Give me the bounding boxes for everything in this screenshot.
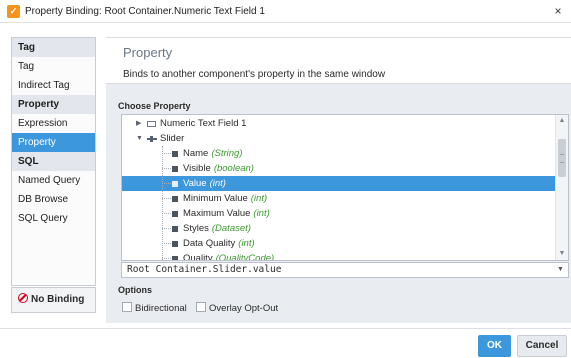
bidirectional-checkbox[interactable]: Bidirectional — [122, 302, 187, 314]
ban-icon — [18, 293, 28, 303]
tree-node-type: (Dataset) — [211, 223, 251, 234]
tree-node-type: (int) — [253, 208, 270, 219]
no-binding-label: No Binding — [31, 294, 85, 305]
property-icon — [172, 196, 178, 202]
tree-node-text: Numeric Text Field 1 — [160, 116, 246, 131]
tree-node-label: Quality — [183, 253, 213, 261]
choose-property-label: Choose Property — [118, 101, 191, 111]
tree-node-type: (int) — [250, 193, 268, 204]
tree-node-text: Quality (QualityCode) — [183, 251, 275, 261]
tree-node-label: Maximum Value — [183, 208, 251, 219]
caret-right-icon[interactable]: ▶ — [136, 116, 141, 131]
sidebar-item-indirect-tag[interactable]: Indirect Tag — [12, 76, 95, 95]
tree-branch-line — [162, 198, 171, 199]
tree-node-text: Styles (Dataset) — [183, 221, 251, 236]
tree-node-label: Value — [183, 178, 207, 189]
tree-guide-line — [162, 146, 163, 260]
property-icon — [172, 226, 178, 232]
ignition-logo-icon: ✓ — [7, 5, 20, 18]
sidebar-item-tag[interactable]: Tag — [12, 57, 95, 76]
tree-node-label: Slider — [160, 133, 185, 144]
property-icon — [172, 151, 178, 157]
sidebar-item-property[interactable]: Property — [12, 133, 95, 152]
tree-branch-line — [162, 183, 171, 184]
tree-node-value[interactable]: Value (int) — [122, 176, 555, 191]
tree-node-minimum-value[interactable]: Minimum Value (int) — [122, 191, 555, 206]
tree-branch-line — [162, 153, 171, 154]
caret-down-icon[interactable]: ▼ — [136, 131, 143, 146]
chevron-down-icon[interactable]: ▼ — [553, 263, 568, 277]
tree-node-numeric-text-field-1[interactable]: ▶ Numeric Text Field 1 — [122, 116, 555, 131]
tree-node-type: (String) — [211, 148, 243, 159]
tree-node-data-quality[interactable]: Data Quality (int) — [122, 236, 555, 251]
bidirectional-label: Bidirectional — [135, 303, 187, 314]
tree-branch-line — [162, 258, 171, 259]
no-binding-button[interactable]: No Binding — [11, 287, 96, 313]
cancel-button[interactable]: Cancel — [517, 335, 567, 357]
checkbox-box[interactable] — [196, 302, 206, 312]
tree-node-styles[interactable]: Styles (Dataset) — [122, 221, 555, 236]
tree-branch-line — [162, 243, 171, 244]
tree-node-text: Value (int) — [183, 176, 226, 191]
tree-branch-line — [162, 168, 171, 169]
tree-node-slider[interactable]: ▼ Slider — [122, 131, 555, 146]
page-description: Binds to another component's property in… — [123, 69, 386, 80]
tree-node-label: Data Quality — [183, 238, 236, 249]
tree-node-label: Visible — [183, 163, 211, 174]
text-field-icon — [147, 121, 156, 127]
tree-node-label: Minimum Value — [183, 193, 248, 204]
window-title: Property Binding: Root Container.Numeric… — [25, 6, 265, 17]
property-icon — [172, 181, 178, 187]
scroll-down-icon[interactable]: ▼ — [556, 248, 568, 260]
tree-node-name[interactable]: Name (String) — [122, 146, 555, 161]
tree-node-type: (int) — [238, 238, 255, 249]
tree-branch-line — [162, 228, 171, 229]
property-path-value: Root Container.Slider.value — [127, 264, 282, 275]
tree-node-type: (QualityCode) — [215, 253, 275, 261]
tree-branch-line — [162, 213, 171, 214]
tree-node-type: (boolean) — [213, 163, 254, 174]
binding-type-sidebar: Tag Tag Indirect Tag Property Expression Prop… — [11, 37, 96, 286]
tree-node-text: Data Quality (int) — [183, 236, 255, 251]
sidebar-header-sql: SQL — [12, 152, 95, 171]
tree-node-maximum-value[interactable]: Maximum Value (int) — [122, 206, 555, 221]
sidebar-item-db-browse[interactable]: DB Browse — [12, 190, 95, 209]
overlay-opt-out-checkbox[interactable]: Overlay Opt-Out — [196, 302, 279, 314]
tree-node-label: Numeric Text Field 1 — [160, 118, 247, 129]
title-bar: ✓ Property Binding: Root Container.Numer… — [0, 0, 571, 23]
tree-node-label: Styles — [183, 223, 209, 234]
slider-icon — [147, 136, 157, 142]
property-icon — [172, 211, 178, 217]
tree-scrollbar[interactable]: ▲ ▼ — [555, 115, 568, 260]
sidebar-header-property: Property — [12, 95, 95, 114]
dialog-footer: OK Cancel — [0, 328, 571, 358]
property-icon — [172, 241, 178, 247]
main-header: Property Binds to another component's pr… — [106, 37, 571, 84]
tree-node-text: Name (String) — [183, 146, 243, 161]
property-tree[interactable]: ▶ Numeric Text Field 1 ▼ Slider Name (String)… — [121, 114, 569, 261]
tree-node-visible[interactable]: Visible (boolean) — [122, 161, 555, 176]
scroll-thumb[interactable] — [558, 139, 566, 177]
property-path-field[interactable]: Root Container.Slider.value ▼ — [121, 262, 569, 278]
sidebar-item-named-query[interactable]: Named Query — [12, 171, 95, 190]
sidebar-header-tag: Tag — [12, 38, 95, 57]
scroll-up-icon[interactable]: ▲ — [556, 115, 568, 127]
sidebar-item-expression[interactable]: Expression — [12, 114, 95, 133]
tree-node-label: Name — [183, 148, 209, 159]
overlay-opt-out-label: Overlay Opt-Out — [209, 303, 279, 314]
tree-node-text: Visible (boolean) — [183, 161, 254, 176]
options-label: Options — [118, 285, 152, 295]
property-icon — [172, 256, 178, 260]
tree-node-text: Minimum Value (int) — [183, 191, 267, 206]
page-title: Property — [123, 45, 173, 60]
sidebar-item-sql-query[interactable]: SQL Query — [12, 209, 95, 228]
tree-node-text: Maximum Value (int) — [183, 206, 270, 221]
close-icon[interactable]: × — [551, 4, 565, 18]
tree-node-text: Slider — [160, 131, 184, 146]
checkbox-box[interactable] — [122, 302, 132, 312]
ok-button[interactable]: OK — [478, 335, 511, 357]
property-icon — [172, 166, 178, 172]
tree-node-quality[interactable]: Quality (QualityCode) — [122, 251, 555, 261]
tree-node-type: (int) — [209, 178, 226, 189]
